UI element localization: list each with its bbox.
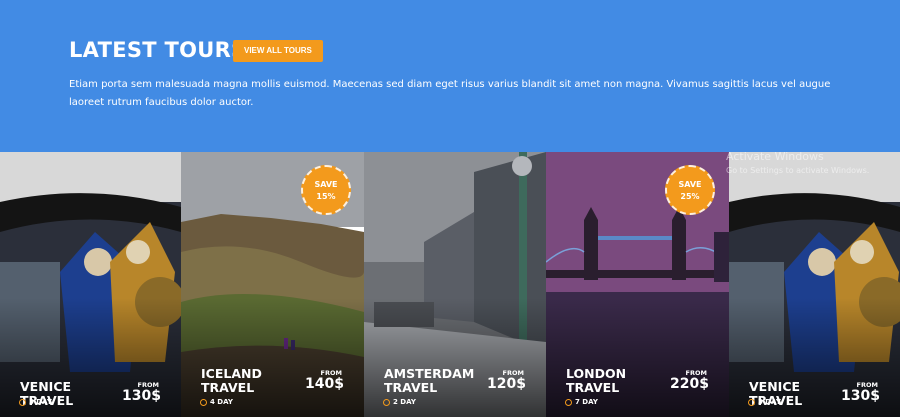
save-badge: SAVE 15%: [301, 165, 351, 215]
tour-price: 220$: [670, 376, 709, 392]
tour-card-venice[interactable]: VENICE TRAVEL 3 DAY FROM 130$: [0, 152, 181, 417]
tour-price: 120$: [487, 376, 526, 392]
watermark-subtitle: Go to Settings to activate Windows.: [726, 166, 870, 175]
save-badge: SAVE 25%: [665, 165, 715, 215]
tours-header: LATEST TOURS VIEW ALL TOURS Etiam porta …: [0, 0, 900, 152]
tour-duration: 4 DAY: [200, 398, 233, 406]
tour-price: 130$: [122, 388, 161, 404]
tour-days: 2 DAY: [393, 398, 416, 406]
tour-duration: 3 DAY: [748, 398, 781, 406]
tour-duration: 3 DAY: [19, 398, 52, 406]
tours-carousel: VENICE TRAVEL 3 DAY FROM 130$ SAVE 15% I…: [0, 152, 900, 417]
tour-price: 140$: [305, 376, 344, 392]
tour-price: 130$: [841, 388, 880, 404]
tour-card-amsterdam[interactable]: AMSTERDAM TRAVEL 2 DAY FROM 120$: [364, 152, 546, 417]
clock-icon: [19, 398, 26, 406]
clock-icon: [383, 398, 390, 406]
tour-days: 3 DAY: [758, 398, 781, 406]
view-all-tours-button[interactable]: VIEW ALL TOURS: [233, 40, 323, 62]
clock-icon: [748, 398, 755, 406]
save-value: 15%: [316, 192, 336, 201]
tour-name: ICELAND TRAVEL: [201, 366, 262, 395]
tour-days: 3 DAY: [29, 398, 52, 406]
save-value: 25%: [680, 192, 700, 201]
tour-duration: 2 DAY: [383, 398, 416, 406]
clock-icon: [565, 398, 572, 406]
activate-windows-watermark: Activate Windows Go to Settings to activ…: [726, 150, 869, 178]
tour-days: 4 DAY: [210, 398, 233, 406]
tour-name: AMSTERDAM TRAVEL: [384, 366, 475, 395]
watermark-title: Activate Windows: [726, 150, 824, 163]
tour-card-london[interactable]: SAVE 25% LONDON TRAVEL 7 DAY FROM 220$: [546, 152, 729, 417]
save-label: SAVE: [678, 180, 702, 189]
clock-icon: [200, 398, 207, 406]
tour-days: 7 DAY: [575, 398, 598, 406]
section-title: LATEST TOURS: [69, 38, 247, 62]
tour-duration: 7 DAY: [565, 398, 598, 406]
section-description: Etiam porta sem malesuada magna mollis e…: [69, 79, 831, 108]
tour-name: LONDON TRAVEL: [566, 366, 627, 395]
save-label: SAVE: [314, 180, 338, 189]
tour-card-iceland[interactable]: SAVE 15% ICELAND TRAVEL 4 DAY FROM 140$: [181, 152, 364, 417]
tour-card-venice-2[interactable]: VENICE TRAVEL 3 DAY FROM 130$: [729, 152, 900, 417]
